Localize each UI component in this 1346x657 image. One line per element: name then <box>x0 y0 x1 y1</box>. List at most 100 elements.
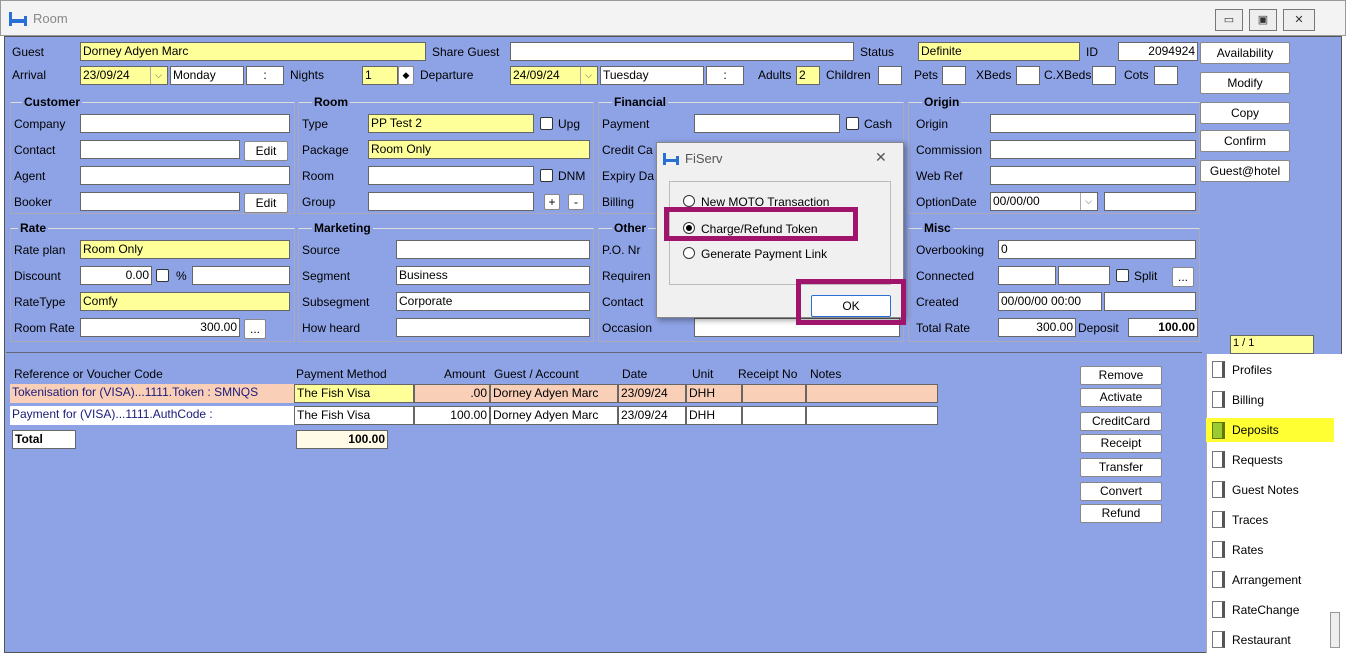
row-unit: DHH <box>686 406 742 425</box>
rate-type-label: RateType <box>14 295 66 309</box>
tab-rates[interactable]: Rates <box>1206 536 1336 564</box>
tab-restaurant[interactable]: Restaurant <box>1206 626 1336 654</box>
radio-generate-payment-link[interactable] <box>683 247 695 259</box>
maximize-button[interactable]: ▣ <box>1249 9 1277 31</box>
departure-label: Departure <box>420 68 474 82</box>
xbeds-field[interactable] <box>1016 66 1040 85</box>
tab-traces[interactable]: Traces <box>1206 506 1336 534</box>
split-checkbox[interactable] <box>1116 269 1129 282</box>
guest-at-hotel-button[interactable]: Guest@hotel <box>1200 160 1290 182</box>
copy-button[interactable]: Copy <box>1200 102 1290 124</box>
tab-arrangement[interactable]: Arrangement <box>1206 566 1336 594</box>
web-ref-field[interactable] <box>990 166 1196 185</box>
room-rate-more-button[interactable]: ... <box>244 319 266 339</box>
source-label: Source <box>302 243 341 257</box>
package-field[interactable]: Room Only <box>368 140 590 159</box>
convert-button[interactable]: Convert <box>1080 482 1162 501</box>
minimize-button[interactable]: ▭ <box>1215 9 1243 31</box>
chevron-down-icon[interactable]: ⌵ <box>150 67 166 84</box>
activate-button[interactable]: Activate <box>1080 388 1162 407</box>
tab-requests[interactable]: Requests <box>1206 446 1336 474</box>
pets-field[interactable] <box>942 66 966 85</box>
discount-field[interactable]: 0.00 <box>80 266 152 285</box>
adults-field[interactable]: 2 <box>796 66 820 85</box>
remove-button[interactable]: Remove <box>1080 366 1162 385</box>
row-amount: .00 <box>414 384 490 403</box>
cash-checkbox[interactable] <box>846 117 859 130</box>
payment-field[interactable] <box>694 114 840 133</box>
billing-label: Billing <box>602 195 635 209</box>
nights-spinner[interactable]: ◆ <box>398 66 414 85</box>
transfer-button[interactable]: Transfer <box>1080 458 1162 477</box>
chevron-down-icon[interactable]: ⌵ <box>580 67 596 84</box>
upg-label: Upg <box>558 117 581 131</box>
tab-guest-notes[interactable]: Guest Notes <box>1206 476 1336 504</box>
marketing-heading: Marketing <box>312 221 373 235</box>
segment-field[interactable]: Business <box>396 266 590 285</box>
tab-profiles[interactable]: Profiles <box>1206 356 1336 384</box>
rate-plan-field[interactable]: Room Only <box>80 240 290 259</box>
contact-edit-button[interactable]: Edit <box>244 141 288 161</box>
cxbeds-field[interactable] <box>1092 66 1116 85</box>
radio-new-moto[interactable] <box>683 195 695 207</box>
discount-pct-checkbox[interactable] <box>156 269 169 282</box>
tab-ratechange[interactable]: RateChange <box>1206 596 1336 624</box>
tab-scrollbar[interactable] <box>1330 612 1340 648</box>
connected-field-2[interactable] <box>1058 266 1110 285</box>
upg-checkbox[interactable] <box>540 117 553 130</box>
tab-deposits[interactable]: Deposits <box>1206 418 1334 442</box>
col-payment-method: Payment Method <box>296 367 387 381</box>
modify-button[interactable]: Modify <box>1200 72 1290 94</box>
cxbeds-label: C.XBeds <box>1044 68 1092 82</box>
company-field[interactable] <box>80 114 290 133</box>
origin-label: Origin <box>916 117 949 131</box>
row-guest: Dorney Adyen Marc <box>490 384 618 403</box>
dnm-checkbox[interactable] <box>540 169 553 182</box>
share-guest-label: Share Guest <box>432 45 500 59</box>
agent-field[interactable] <box>80 166 290 185</box>
room-field[interactable] <box>368 166 534 185</box>
guest-field[interactable]: Dorney Adyen Marc <box>80 42 426 61</box>
status-label: Status <box>860 45 895 59</box>
booker-field[interactable] <box>80 192 240 211</box>
origin-field[interactable] <box>990 114 1196 133</box>
booker-edit-button[interactable]: Edit <box>244 193 288 213</box>
contact-field[interactable] <box>80 140 240 159</box>
rate-type-field[interactable]: Comfy <box>80 292 290 311</box>
connected-more-button[interactable]: ... <box>1172 267 1194 287</box>
discount-extra-field[interactable] <box>192 266 290 285</box>
children-field[interactable] <box>878 66 902 85</box>
status-field[interactable]: Definite <box>918 42 1080 61</box>
subsegment-field[interactable]: Corporate <box>396 292 590 311</box>
room-rate-field[interactable]: 300.00 <box>80 318 240 337</box>
departure-time-field[interactable]: : <box>706 66 744 85</box>
receipt-button[interactable]: Receipt <box>1080 434 1162 453</box>
group-add-button[interactable]: + <box>544 194 560 210</box>
creditcard-button[interactable]: CreditCard <box>1080 412 1162 431</box>
row-reference: Tokenisation for (VISA)...1111.Token : S… <box>10 384 294 403</box>
tab-billing[interactable]: Billing <box>1206 386 1336 414</box>
arrival-time-field[interactable]: : <box>246 66 284 85</box>
type-field[interactable]: PP Test 2 <box>368 114 534 133</box>
option-extra-field[interactable] <box>1104 192 1196 211</box>
dialog-close-button[interactable]: ✕ <box>875 149 887 166</box>
rate-heading: Rate <box>18 221 49 235</box>
cots-field[interactable] <box>1154 66 1178 85</box>
overbooking-field[interactable]: 0 <box>998 240 1196 259</box>
connected-field-1[interactable] <box>998 266 1056 285</box>
nights-field[interactable]: 1 <box>362 66 398 85</box>
total-value: 100.00 <box>296 430 388 449</box>
total-label: Total <box>12 430 76 449</box>
group-field[interactable] <box>368 192 534 211</box>
chevron-down-icon[interactable]: ⌵ <box>1080 193 1096 210</box>
availability-button[interactable]: Availability <box>1200 42 1290 64</box>
group-remove-button[interactable]: - <box>568 194 584 210</box>
tab-label: Arrangement <box>1232 573 1302 587</box>
commission-field[interactable] <box>990 140 1196 159</box>
share-guest-field[interactable] <box>510 42 854 61</box>
source-field[interactable] <box>396 240 590 259</box>
close-button[interactable]: ✕ <box>1283 9 1315 31</box>
refund-button[interactable]: Refund <box>1080 504 1162 523</box>
how-heard-field[interactable] <box>396 318 590 337</box>
confirm-button[interactable]: Confirm <box>1200 130 1290 152</box>
